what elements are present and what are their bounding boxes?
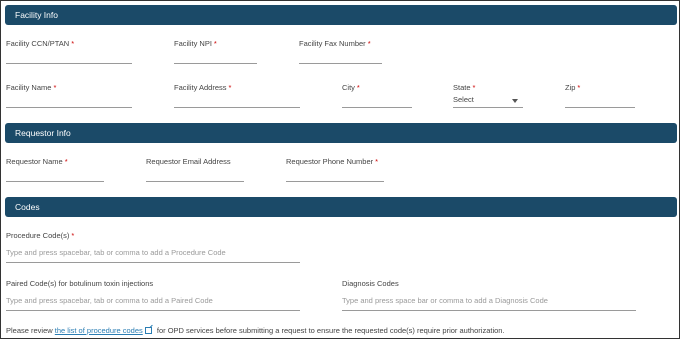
note-prefix: Please review	[6, 326, 53, 335]
requestor-name-label: Requestor Name	[6, 157, 63, 166]
facility-npi-field[interactable]: Facility NPI *	[174, 39, 257, 64]
external-link-icon[interactable]	[144, 327, 152, 334]
facility-ccn-input[interactable]	[6, 63, 132, 64]
facility-fax-input[interactable]	[299, 63, 382, 64]
state-select[interactable]	[453, 107, 523, 108]
facility-name-input[interactable]	[6, 107, 132, 108]
facility-ccn-field[interactable]: Facility CCN/PTAN *	[6, 39, 132, 64]
requestor-name-field[interactable]: Requestor Name *	[6, 157, 104, 182]
required-marker: *	[228, 83, 232, 92]
paired-codes-field[interactable]: Paired Code(s) for botulinum toxin injec…	[6, 279, 300, 311]
state-select-value[interactable]: Select	[453, 95, 474, 104]
procedure-codes-list-link[interactable]: the list of procedure codes	[55, 326, 143, 335]
form-container: Facility Info Facility CCN/PTAN * Facilit…	[0, 0, 680, 339]
facility-ccn-label: Facility CCN/PTAN	[6, 39, 70, 48]
diagnosis-codes-input[interactable]: Type and press space bar or comma to add…	[342, 296, 548, 305]
facility-address-input[interactable]	[174, 107, 300, 108]
facility-fax-field[interactable]: Facility Fax Number *	[299, 39, 382, 64]
requestor-phone-field[interactable]: Requestor Phone Number *	[286, 157, 384, 182]
required-marker: *	[213, 39, 217, 48]
facility-address-label: Facility Address	[174, 83, 227, 92]
state-label: State	[453, 83, 471, 92]
required-marker: *	[71, 231, 75, 240]
facility-fax-label: Facility Fax Number	[299, 39, 366, 48]
diagnosis-codes-field[interactable]: Diagnosis Codes Type and press space bar…	[342, 279, 636, 311]
requestor-phone-label: Requestor Phone Number	[286, 157, 374, 166]
procedure-codes-field[interactable]: Procedure Code(s) * Type and press spaceb…	[6, 231, 300, 263]
section-header-codes: Codes	[5, 197, 677, 217]
paired-codes-underline[interactable]	[6, 310, 300, 311]
required-marker: *	[64, 157, 68, 166]
required-marker: *	[356, 83, 360, 92]
section-header-facility-info: Facility Info	[5, 5, 677, 25]
facility-npi-label: Facility NPI	[174, 39, 212, 48]
requestor-name-input[interactable]	[6, 181, 104, 182]
requestor-email-label: Requestor Email Address	[146, 157, 231, 166]
zip-label: Zip	[565, 83, 576, 92]
required-marker: *	[472, 83, 476, 92]
diagnosis-codes-label: Diagnosis Codes	[342, 279, 399, 288]
city-input[interactable]	[342, 107, 412, 108]
zip-input[interactable]	[565, 107, 635, 108]
note-suffix: for OPD services before submitting a req…	[156, 326, 505, 335]
facility-name-field[interactable]: Facility Name *	[6, 83, 132, 108]
diagnosis-codes-underline[interactable]	[342, 310, 636, 311]
procedure-codes-underline[interactable]	[6, 262, 300, 263]
facility-address-field[interactable]: Facility Address *	[174, 83, 300, 108]
required-marker: *	[53, 83, 57, 92]
requestor-phone-input[interactable]	[286, 181, 384, 182]
requestor-email-field[interactable]: Requestor Email Address	[146, 157, 244, 182]
zip-field[interactable]: Zip *	[565, 83, 635, 108]
state-field[interactable]: State * Select	[453, 83, 523, 108]
paired-codes-input[interactable]: Type and press spacebar, tab or comma to…	[6, 296, 213, 305]
required-marker: *	[367, 39, 371, 48]
facility-name-label: Facility Name	[6, 83, 52, 92]
procedure-codes-input[interactable]: Type and press spacebar, tab or comma to…	[6, 248, 226, 257]
paired-codes-label: Paired Code(s) for botulinum toxin injec…	[6, 279, 154, 288]
procedure-codes-label: Procedure Code(s)	[6, 231, 70, 240]
required-marker: *	[577, 83, 581, 92]
section-header-requestor-info: Requestor Info	[5, 123, 677, 143]
required-marker: *	[375, 157, 379, 166]
required-marker: *	[71, 39, 75, 48]
city-field[interactable]: City *	[342, 83, 412, 108]
procedure-codes-note: Please review the list of procedure code…	[6, 326, 505, 335]
requestor-email-input[interactable]	[146, 181, 244, 182]
facility-npi-input[interactable]	[174, 63, 257, 64]
chevron-down-icon[interactable]	[512, 99, 518, 103]
city-label: City	[342, 83, 355, 92]
